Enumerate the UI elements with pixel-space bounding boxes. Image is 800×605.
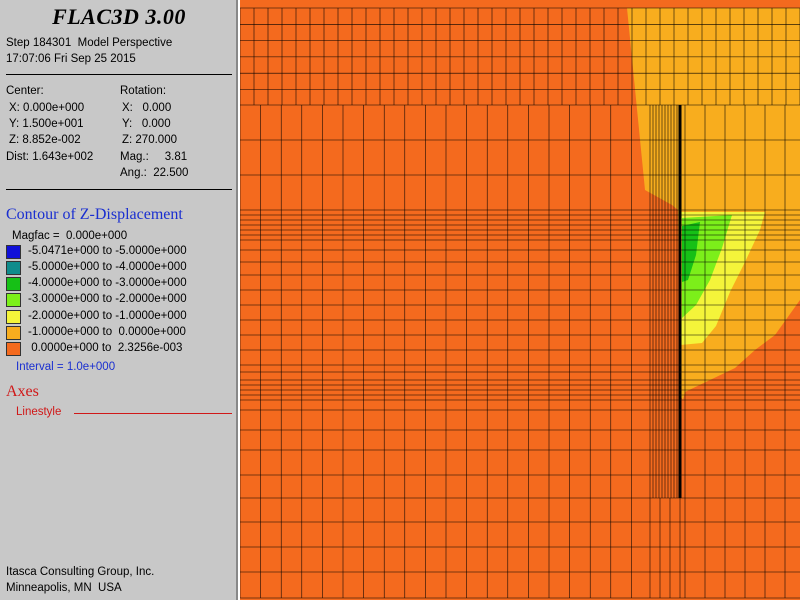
legend-label: 0.0000e+000 to 2.3256e-003 bbox=[28, 342, 183, 354]
magnification: Mag.: 3.81 bbox=[120, 151, 188, 163]
rotation-z: Z: 270.000 bbox=[122, 134, 177, 146]
angle: Ang.: 22.500 bbox=[120, 167, 189, 179]
legend-swatch bbox=[6, 277, 21, 291]
center-label: Center: bbox=[6, 85, 44, 97]
legend-label: -4.0000e+000 to -3.0000e+000 bbox=[28, 277, 187, 289]
legend-swatch bbox=[6, 326, 21, 340]
divider bbox=[6, 74, 232, 75]
center-z: Z: 8.852e-002 bbox=[9, 134, 81, 146]
contour-plot-viewport[interactable] bbox=[239, 0, 800, 600]
legend-label: -5.0471e+000 to -5.0000e+000 bbox=[28, 245, 187, 257]
legend-swatch bbox=[6, 310, 21, 324]
legend-swatch bbox=[6, 245, 21, 259]
rotation-x: X: 0.000 bbox=[122, 102, 172, 114]
center-x: X: 0.000e+000 bbox=[9, 102, 85, 114]
contour-interval: Interval = 1.0e+000 bbox=[16, 361, 116, 373]
legend-panel: FLAC3D 3.00 Step 184301 Model Perspectiv… bbox=[0, 0, 238, 600]
rotation-label: Rotation: bbox=[120, 85, 167, 97]
contour-title: Contour of Z-Displacement bbox=[6, 206, 183, 223]
legend-swatch bbox=[6, 261, 21, 275]
magfac: Magfac = 0.000e+000 bbox=[12, 230, 128, 242]
contour-plot bbox=[239, 0, 800, 600]
divider bbox=[6, 189, 232, 190]
legend-label: -2.0000e+000 to -1.0000e+000 bbox=[28, 310, 187, 322]
legend-label: -1.0000e+000 to 0.0000e+000 bbox=[28, 326, 186, 338]
legend-swatch bbox=[6, 342, 21, 356]
linestyle-label: Linestyle bbox=[16, 406, 62, 418]
center-y: Y: 1.500e+001 bbox=[9, 118, 84, 130]
legend-label: -3.0000e+000 to -2.0000e+000 bbox=[28, 293, 187, 305]
legend-swatch bbox=[6, 293, 21, 307]
legend-label: -5.0000e+000 to -4.0000e+000 bbox=[28, 261, 187, 273]
timestamp: 17:07:06 Fri Sep 25 2015 bbox=[6, 53, 136, 65]
company-location: Minneapolis, MN USA bbox=[6, 582, 122, 594]
linestyle-sample bbox=[74, 413, 232, 414]
distance: Dist: 1.643e+002 bbox=[6, 151, 94, 163]
step-info: Step 184301 Model Perspective bbox=[6, 37, 173, 49]
axes-title: Axes bbox=[6, 383, 39, 400]
rotation-y: Y: 0.000 bbox=[122, 118, 171, 130]
company-name: Itasca Consulting Group, Inc. bbox=[6, 566, 155, 578]
app-title: FLAC3D 3.00 bbox=[52, 4, 186, 29]
